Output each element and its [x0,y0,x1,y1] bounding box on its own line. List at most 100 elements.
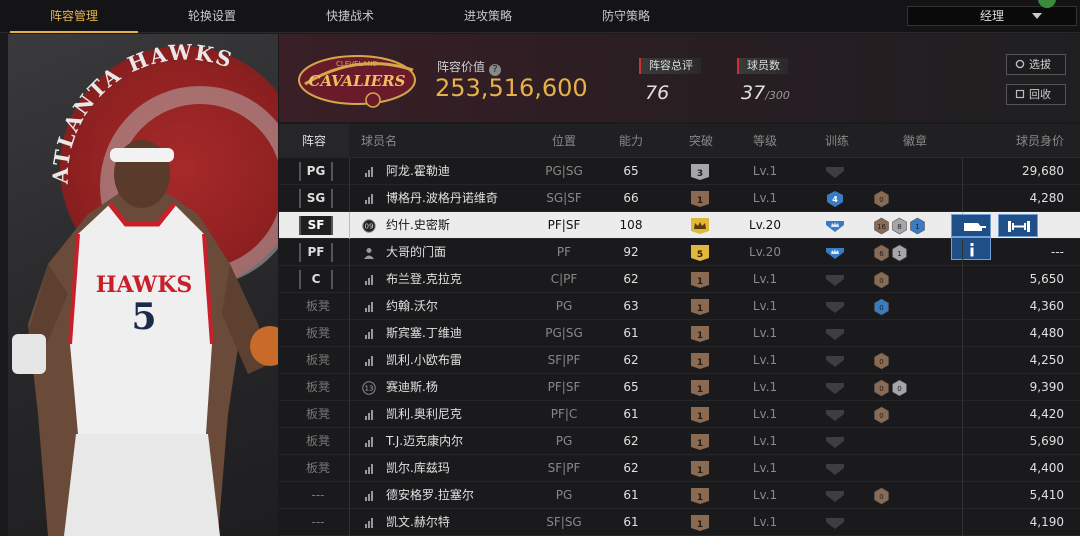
column-divider [962,293,963,320]
svg-text:0: 0 [879,493,883,501]
player-price: --- [1051,245,1064,259]
player-name[interactable]: 大哥的门面 [386,239,446,266]
table-row[interactable]: 板凳 斯宾塞.丁维迪 PG|SG 61 1 Lv.1 4,480 [279,320,1080,347]
table-row[interactable]: 板凳 凯利.小欧布雷 SF|PF 62 1 Lv.1 0 4,250 [279,347,1080,374]
slot-tag[interactable]: SG [299,189,333,208]
table-row[interactable]: 板凳 T.J.迈克康内尔 PG 62 1 Lv.1 5,690 [279,428,1080,455]
player-ability: 62 [623,434,639,448]
slot-tag[interactable]: SF [299,216,333,235]
svg-text:3: 3 [697,169,703,179]
table-row[interactable]: 板凳 凯尔.库兹玛 SF|PF 62 1 Lv.1 4,400 [279,455,1080,482]
slot-tag[interactable]: C [299,270,333,289]
player-name[interactable]: 凯尔.库兹玛 [386,455,450,482]
player-name[interactable]: 布兰登.克拉克 [386,266,462,293]
slot-bench[interactable]: --- [303,482,333,509]
slot-bench[interactable]: 板凳 [303,293,333,320]
stats-bars-icon [365,410,373,420]
breakthrough-badge-icon: 3 [691,164,709,180]
role-select[interactable]: 经理 [907,6,1077,26]
slot-bench[interactable]: 板凳 [303,374,333,401]
table-row[interactable]: 板凳 13 赛迪斯.杨 PF|SF 65 1 Lv.1 00 9,390 [279,374,1080,401]
transfer-button[interactable] [951,214,991,237]
breakthrough-badge-icon: 1 [691,461,709,477]
player-price: 5,650 [1029,272,1064,286]
badge-hex-icon: 0 [892,379,907,397]
svg-text:1: 1 [697,412,703,422]
recycle-button[interactable]: 回收 [1006,84,1066,105]
tab-lineup[interactable]: 阵容管理 [10,0,138,33]
player-name[interactable]: 约翰.沃尔 [386,293,438,320]
tab-defense[interactable]: 防守策略 [562,0,690,33]
table-row[interactable]: PG 阿龙.霍勒迪 PG|SG 65 3 Lv.1 29,680 [279,158,1080,185]
table-row[interactable]: --- 凯文.赫尔特 SF|SG 61 1 Lv.1 4,190 [279,509,1080,536]
player-price: 4,480 [1029,326,1064,340]
table-row[interactable]: 板凳 凯利.奥利尼克 PF|C 61 1 Lv.1 0 4,420 [279,401,1080,428]
player-name[interactable]: 斯宾塞.丁维迪 [386,320,462,347]
player-ability: 61 [623,407,639,421]
select-button[interactable]: 选拔 [1006,54,1066,75]
player-name[interactable]: 阿龙.霍勒迪 [386,158,450,185]
col-breakthrough[interactable]: 突破 [679,124,723,158]
table-row[interactable]: SF 09 约什.史密斯 PF|SF 108 Lv.20 16 8 1 [279,212,1080,260]
tab-offense[interactable]: 进攻策略 [424,0,552,33]
table-row[interactable]: C 布兰登.克拉克 C|PF 62 1 Lv.1 0 5,650 [279,266,1080,293]
svg-text:8: 8 [897,223,901,231]
column-divider [962,374,963,401]
tab-quick-tactics[interactable]: 快捷战术 [286,0,414,33]
slot-tag[interactable]: PF [299,243,333,262]
column-divider [962,266,963,293]
training-empty-icon [826,437,844,448]
col-ability[interactable]: 能力 [609,124,653,158]
svg-text:0: 0 [879,304,883,312]
badge-hex-icon: 0 [874,271,889,289]
breakthrough-badge-icon: 1 [691,353,709,369]
svg-text:1: 1 [897,250,901,258]
svg-text:1: 1 [697,520,703,530]
tab-rotation[interactable]: 轮换设置 [148,0,276,33]
player-price: 4,280 [1029,191,1064,205]
badge-list: 0 [873,298,891,316]
top-nav: 阵容管理 轮换设置 快捷战术 进攻策略 防守策略 经理 [0,0,1080,33]
player-name[interactable]: T.J.迈克康内尔 [386,428,463,455]
player-name[interactable]: 凯利.小欧布雷 [386,347,462,374]
player-name[interactable]: 凯文.赫尔特 [386,509,450,536]
col-training[interactable]: 训练 [817,124,857,158]
player-name[interactable]: 约什.史密斯 [386,212,450,239]
table-row[interactable]: --- 德安格罗.拉塞尔 PG 61 1 Lv.1 0 5,410 [279,482,1080,509]
table-row[interactable]: 板凳 约翰.沃尔 PG 63 1 Lv.1 0 4,360 [279,293,1080,320]
col-level[interactable]: 等级 [739,124,791,158]
badge-list: 0 [873,190,891,208]
column-divider [349,482,350,509]
slot-bench[interactable]: --- [303,509,333,536]
table-row[interactable]: PF 大哥的门面 PF 92 5 Lv.20 61 --- [279,239,1080,266]
slot-bench[interactable]: 板凳 [303,455,333,482]
player-ability: 65 [623,164,639,178]
col-price[interactable]: 球员身价 [964,124,1064,158]
breakthrough-badge-icon: 1 [691,326,709,342]
player-name[interactable]: 赛迪斯.杨 [386,374,438,401]
col-name[interactable]: 球员名 [361,124,397,158]
slot-bench[interactable]: 板凳 [303,401,333,428]
player-position: SF|SG [546,515,582,529]
player-name[interactable]: 凯利.奥利尼克 [386,401,462,428]
slot-tag[interactable]: PG [299,162,333,181]
table-row[interactable]: SG 博格丹.波格丹诺维奇 SG|SF 66 1 Lv.1 4 0 4,280 [279,185,1080,212]
col-position[interactable]: 位置 [529,124,599,158]
train-button[interactable] [997,214,1038,237]
col-badges[interactable]: 徽章 [893,124,937,158]
slot-bench[interactable]: 板凳 [303,347,333,374]
vehicle-icon [964,223,986,231]
player-position: PG [555,488,573,502]
player-name[interactable]: 博格丹.波格丹诺维奇 [386,185,498,212]
column-divider [962,158,963,185]
training-empty-icon [826,302,844,313]
col-lineup[interactable]: 阵容 [279,124,349,158]
player-name[interactable]: 德安格罗.拉塞尔 [386,482,474,509]
column-divider [962,320,963,347]
badge-list: 0 [873,406,891,424]
player-price: 5,690 [1029,434,1064,448]
svg-text:1: 1 [915,223,919,231]
slot-bench[interactable]: 板凳 [303,428,333,455]
column-divider [962,455,963,482]
slot-bench[interactable]: 板凳 [303,320,333,347]
